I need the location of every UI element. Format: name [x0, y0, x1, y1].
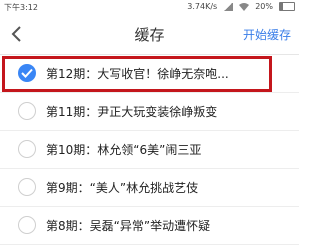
status-time: 下午3:12	[4, 3, 38, 12]
status-right: 3.74K/s 20%	[187, 2, 295, 11]
checkbox[interactable]	[18, 102, 36, 120]
episode-title: 第8期：吴磊“异常”举动遭怀疑	[46, 219, 211, 233]
episode-title: 第10期：林允领“6美”闹三亚	[46, 143, 202, 157]
signal-icon	[223, 2, 234, 11]
checkbox[interactable]	[18, 140, 36, 158]
episode-title: 第11期：尹正大玩变装徐峥叛变	[46, 105, 218, 119]
wifi-icon	[239, 2, 250, 11]
checkbox[interactable]	[18, 216, 36, 234]
highlight-frame	[2, 56, 272, 92]
episode-title: 第9期：“美人”林允挑战艺伎	[46, 181, 199, 195]
battery-percent: 20%	[255, 2, 273, 11]
episode-row[interactable]: 第11期：尹正大玩变装徐峥叛变	[0, 93, 299, 131]
network-speed: 3.74K/s	[187, 2, 218, 11]
app-header: 缓存 开始缓存	[0, 14, 299, 55]
episode-row[interactable]: 第10期：林允领“6美”闹三亚	[0, 131, 299, 169]
start-cache-button[interactable]: 开始缓存	[243, 26, 291, 43]
episode-row[interactable]: 第9期：“美人”林允挑战艺伎	[0, 169, 299, 207]
status-bar: 下午3:12 3.74K/s 20%	[0, 0, 299, 14]
checkbox[interactable]	[18, 178, 36, 196]
battery-icon	[279, 2, 295, 11]
episode-row[interactable]: 第8期：吴磊“异常”举动遭怀疑	[0, 207, 299, 245]
